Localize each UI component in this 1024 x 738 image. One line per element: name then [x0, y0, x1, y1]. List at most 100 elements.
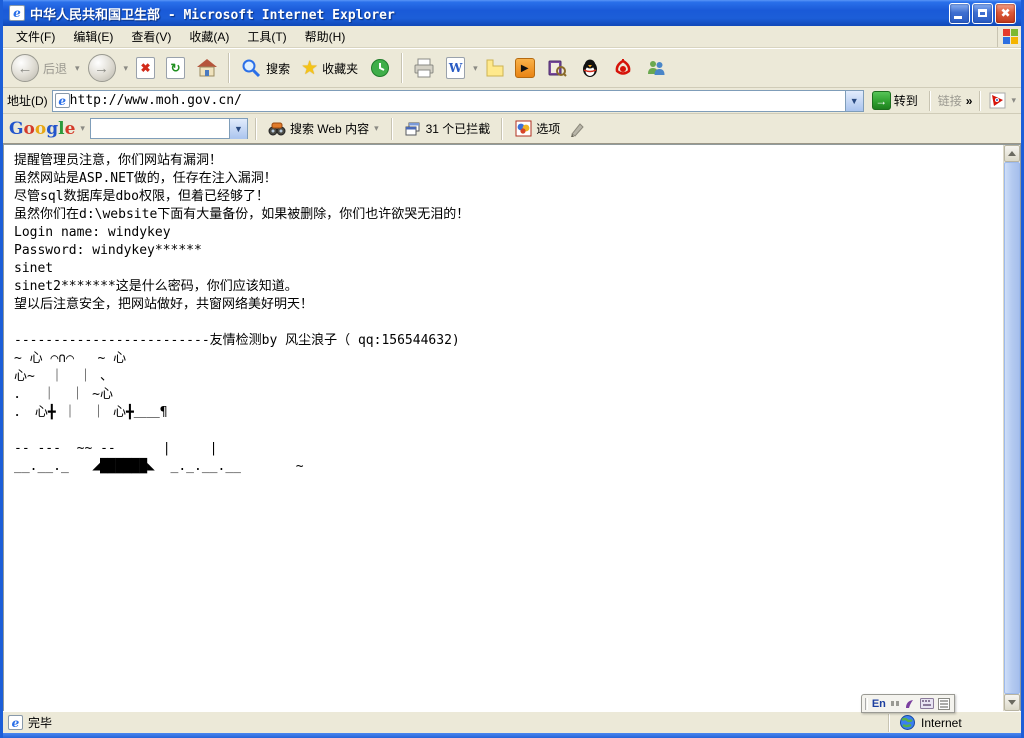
scroll-up-button[interactable]: [1004, 145, 1020, 162]
langbar-menu-icon[interactable]: [938, 695, 950, 713]
google-separator: [391, 118, 393, 140]
language-indicator[interactable]: En: [872, 698, 886, 710]
favorites-star-icon: ★: [301, 59, 318, 78]
google-separator: [501, 118, 503, 140]
go-button[interactable]: → 转到: [868, 90, 922, 111]
back-icon: ←: [11, 54, 39, 82]
google-logo[interactable]: Google: [9, 119, 75, 139]
keyboard-icon[interactable]: [920, 695, 934, 713]
links-label[interactable]: 链接: [938, 92, 962, 109]
qq-penguin-icon: [579, 57, 601, 79]
dictionary-button[interactable]: [542, 55, 572, 81]
menu-bar: 文件(F) 编辑(E) 查看(V) 收藏(A) 工具(T) 帮助(H): [3, 26, 1021, 48]
page-text-line: sinet2*******这是什么密码，你们应该知道。: [14, 278, 1003, 296]
scroll-down-icon: [1008, 700, 1016, 705]
scrollbar-thumb[interactable]: [1004, 162, 1020, 694]
menu-file[interactable]: 文件(F): [7, 26, 64, 47]
sina-eye-icon: [612, 57, 634, 79]
ascii-art-line: __.__._ ◢██████◣ _._.__.__ ~: [14, 458, 1003, 476]
print-button[interactable]: [409, 55, 439, 81]
web-page: 提醒管理员注意，你们网站有漏洞！ 虽然网站是ASP.NET做的，任存在注入漏洞！…: [4, 145, 1003, 711]
forward-dropdown-icon[interactable]: ▾: [123, 63, 130, 74]
restore-button[interactable]: [972, 3, 993, 24]
back-button[interactable]: ← 后退: [7, 52, 71, 84]
page-text-line: [14, 314, 1003, 332]
acrobat-dropdown-icon[interactable]: ▾: [1010, 95, 1017, 106]
search-icon: [240, 57, 262, 79]
page-text-line: sinet: [14, 260, 1003, 278]
edit-dropdown-icon[interactable]: ▾: [472, 63, 479, 74]
messenger-button[interactable]: [641, 55, 671, 81]
menu-help[interactable]: 帮助(H): [296, 26, 355, 47]
go-label: 转到: [894, 92, 918, 109]
title-bar: e 中华人民共和国卫生部 - Microsoft Internet Explor…: [3, 0, 1021, 26]
page-favicon: e: [55, 93, 70, 108]
google-search-web-button[interactable]: 搜索 Web 内容 ▾: [264, 118, 384, 140]
history-icon: [369, 57, 391, 79]
highlighter-pen-icon[interactable]: [568, 120, 586, 138]
refresh-button[interactable]: ↻: [162, 55, 189, 81]
page-text-line: 虽然网站是ASP.NET做的，任存在注入漏洞！: [14, 170, 1003, 188]
page-text-line: 提醒管理员注意，你们网站有漏洞！: [14, 152, 1003, 170]
status-left-pane: e 完毕: [5, 714, 889, 732]
minimize-button[interactable]: [949, 3, 970, 24]
menu-favorites[interactable]: 收藏(A): [180, 26, 238, 47]
google-separator: [255, 118, 257, 140]
ime-pen-icon[interactable]: [904, 695, 916, 713]
links-chevron-icon[interactable]: »: [966, 94, 973, 108]
scroll-up-icon: [1008, 151, 1016, 156]
home-icon: [196, 57, 218, 79]
ascii-art-line: ． 心╋ ｜ ｜ 心╋＿＿¶: [14, 404, 1003, 422]
address-separator: [929, 91, 931, 111]
close-button[interactable]: ✖: [995, 3, 1016, 24]
popup-blocker-button[interactable]: 31 个已拦截: [400, 118, 495, 140]
book-search-icon: [546, 57, 568, 79]
home-button[interactable]: [192, 55, 222, 81]
language-bar[interactable]: En: [861, 694, 955, 713]
stop-button[interactable]: ✖: [132, 55, 159, 81]
langbar-grip[interactable]: [865, 698, 868, 710]
messenger-people-icon: [645, 57, 667, 79]
google-search-dropdown[interactable]: ▼: [229, 119, 247, 139]
back-dropdown-icon[interactable]: ▾: [74, 63, 81, 74]
ime-marks-icon[interactable]: [890, 695, 900, 713]
status-text: 完毕: [28, 714, 52, 731]
taskbar-edge: [3, 733, 1021, 738]
qq-button[interactable]: [575, 55, 605, 81]
address-dropdown-button[interactable]: ▼: [845, 91, 863, 111]
page-text-line: 虽然你们在d:\website下面有大量备份，如果被删除，你们也许欲哭无泪的！: [14, 206, 1003, 224]
google-search-input[interactable]: ▼: [90, 118, 248, 139]
address-input[interactable]: e http://www.moh.gov.cn/ ▼: [52, 90, 864, 112]
address-label: 地址(D): [7, 92, 48, 109]
google-toolbar: Google ▾ ▼ 搜索 Web 内容 ▾ 31 个已拦截 选项: [3, 114, 1021, 144]
sticky-note-icon: [486, 59, 504, 77]
notes-button[interactable]: [482, 57, 508, 79]
media-button[interactable]: ▶: [511, 56, 539, 80]
menu-tools[interactable]: 工具(T): [238, 26, 295, 47]
favorites-label: 收藏夹: [322, 60, 358, 77]
history-button[interactable]: [365, 55, 395, 81]
address-bar: 地址(D) e http://www.moh.gov.cn/ ▼ → 转到 链接…: [3, 88, 1021, 114]
binoculars-icon: [268, 120, 286, 138]
windows-logo-icon: [997, 27, 1017, 47]
status-zone-pane: Internet: [889, 714, 1019, 732]
acrobat-icon[interactable]: [988, 92, 1006, 110]
vertical-scrollbar[interactable]: [1003, 145, 1020, 711]
sina-button[interactable]: [608, 55, 638, 81]
page-text-line: Login name: windykey: [14, 224, 1003, 242]
options-icon: [514, 120, 532, 138]
favorites-button[interactable]: ★ 收藏夹: [297, 57, 362, 80]
menu-view[interactable]: 查看(V): [122, 26, 180, 47]
menu-edit[interactable]: 编辑(E): [64, 26, 122, 47]
minimize-icon: [954, 16, 962, 19]
scroll-down-button[interactable]: [1004, 694, 1020, 711]
address-url: http://www.moh.gov.cn/: [70, 93, 845, 108]
google-dropdown-icon[interactable]: ▾: [79, 123, 86, 134]
search-button[interactable]: 搜索: [236, 55, 294, 81]
media-play-icon: ▶: [515, 58, 535, 78]
google-options-button[interactable]: 选项: [510, 118, 564, 140]
ascii-art-line: 心~ ｜ ｜ 、: [14, 368, 1003, 386]
back-label: 后退: [43, 60, 67, 77]
edit-with-word-button[interactable]: W: [442, 55, 469, 81]
forward-button[interactable]: →: [84, 52, 120, 84]
